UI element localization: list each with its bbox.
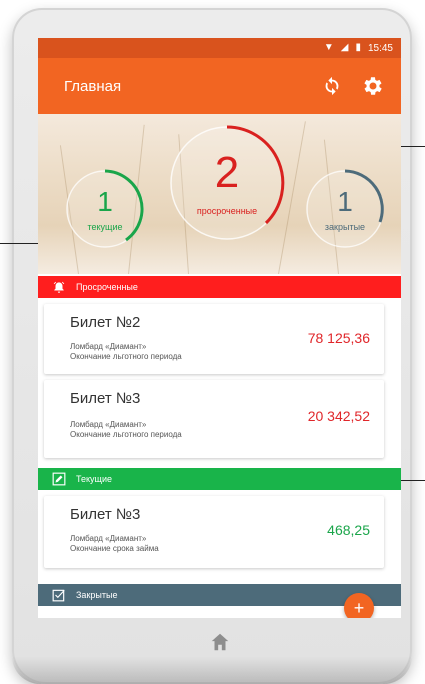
settings-button[interactable] — [357, 71, 387, 101]
due-note: Окончание срока займа — [70, 544, 159, 553]
due-note: Окончание льготного периода — [70, 352, 182, 361]
home-icon — [211, 633, 229, 651]
closed-gauge[interactable]: 1 закрытые — [300, 164, 390, 254]
overdue-count: 2 — [214, 148, 240, 197]
alarm-icon — [52, 280, 66, 294]
sync-button[interactable] — [317, 71, 347, 101]
due-note: Окончание льготного периода — [70, 430, 182, 439]
ticket-card-overdue-1[interactable]: Билет №2 Ломбард «Диамант» Окончание льг… — [44, 304, 384, 374]
ticket-number: Билет №2 — [70, 314, 141, 331]
status-time: 15:45 — [367, 42, 393, 54]
closed-label: закрытые — [324, 222, 366, 232]
ticket-card-current-1[interactable]: Билет №3 Ломбард «Диамант» Окончание сро… — [44, 496, 384, 568]
plus-icon: + — [353, 597, 365, 618]
current-count: 1 — [97, 186, 113, 217]
app-bar: Главная — [38, 58, 401, 114]
current-gauge[interactable]: 1 текущие — [60, 164, 150, 254]
gear-icon — [364, 77, 382, 95]
ticket-card-overdue-2[interactable]: Билет №3 Ломбард «Диамант» Окончание льг… — [44, 380, 384, 458]
ticket-amount: 468,25 — [327, 522, 370, 538]
overdue-label: просроченные — [196, 206, 258, 216]
home-button[interactable] — [206, 628, 234, 656]
callout-line-left — [0, 243, 42, 244]
ticket-number: Билет №3 — [70, 506, 141, 523]
app-screen: ▼ ◢ ▮ 15:45 Главная 1 текущие 2 просроче… — [38, 38, 401, 618]
sync-icon — [325, 76, 339, 96]
wifi-icon: ▼ — [323, 42, 334, 53]
section-title-closed: Закрытые — [76, 590, 118, 600]
page-title: Главная — [64, 77, 122, 95]
section-header-overdue: Просроченные — [38, 276, 401, 298]
closed-count: 1 — [337, 186, 353, 217]
section-header-current: Текущие — [38, 468, 401, 490]
overdue-gauge[interactable]: 2 просроченные — [166, 122, 288, 244]
section-title-current: Текущие — [76, 474, 112, 484]
signal-icon: ◢ — [340, 42, 349, 53]
pawnshop-name: Ломбард «Диамант» — [70, 534, 147, 543]
add-button[interactable]: + — [344, 593, 374, 618]
edit-icon — [52, 472, 66, 486]
current-label: текущие — [87, 222, 123, 232]
summary-hero: 1 текущие 2 просроченные 1 закрытые — [38, 114, 401, 274]
checkbox-icon — [52, 588, 66, 602]
ticket-amount: 20 342,52 — [307, 408, 370, 424]
pawnshop-name: Ломбард «Диамант» — [70, 342, 147, 351]
frame-shade — [12, 656, 412, 684]
section-title-overdue: Просроченные — [76, 282, 138, 292]
status-bar: ▼ ◢ ▮ 15:45 — [38, 38, 401, 58]
battery-icon: ▮ — [355, 42, 361, 53]
pawnshop-name: Ломбард «Диамант» — [70, 420, 147, 429]
ticket-number: Билет №3 — [70, 390, 141, 407]
ticket-amount: 78 125,36 — [307, 330, 370, 346]
